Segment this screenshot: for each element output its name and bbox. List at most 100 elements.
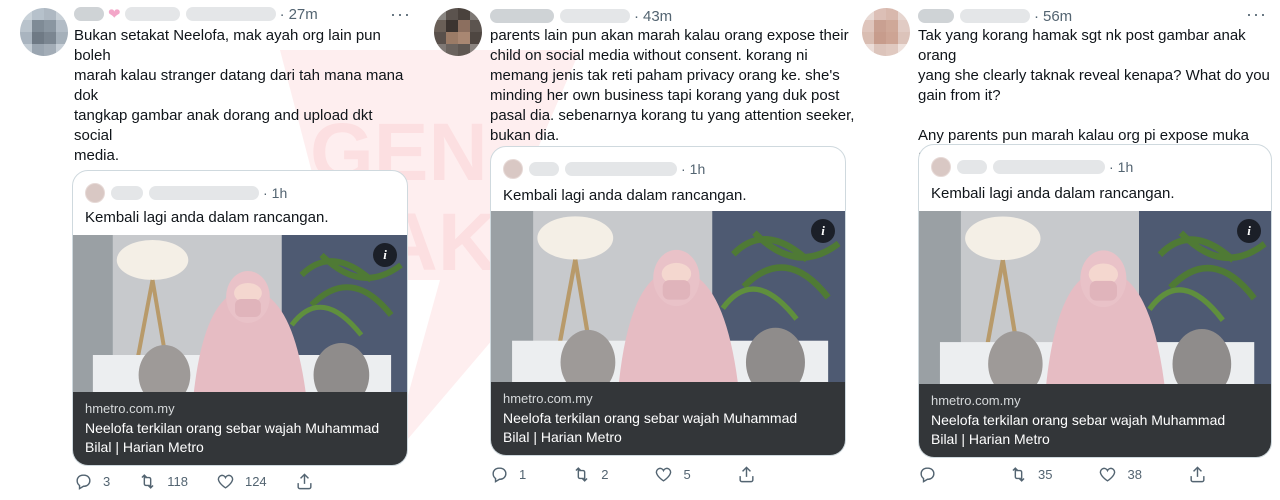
- retweet-button[interactable]: 118: [138, 472, 188, 491]
- tweet-header: · 56m: [918, 6, 1072, 26]
- user-avatar[interactable]: [862, 8, 910, 56]
- quote-handle-blurred: [149, 186, 259, 200]
- tweet-header: ❤ · 27m: [74, 4, 318, 24]
- separator-dot: ·: [263, 185, 268, 201]
- tweet-header: · 43m: [490, 6, 672, 26]
- separator-dot: ·: [681, 161, 686, 177]
- quote-tweet-card[interactable]: · 1h Kembali lagi anda dalam rancangan.: [490, 146, 846, 456]
- user-avatar[interactable]: [434, 8, 482, 56]
- like-button[interactable]: 38: [1098, 465, 1142, 484]
- retweet-icon: [575, 467, 588, 482]
- reply-count: 3: [103, 474, 111, 489]
- tweet[interactable]: · 43m parents lain pun akan marah kalau …: [430, 0, 860, 500]
- reply-button[interactable]: [918, 465, 947, 484]
- quote-time: 1h: [271, 185, 288, 201]
- link-preview-meta[interactable]: hmetro.com.my Neelofa terkilan orang seb…: [491, 382, 845, 455]
- like-count: 38: [1127, 467, 1142, 482]
- quote-tweet-card[interactable]: · 1h Kembali lagi anda dalam rancangan.: [918, 144, 1272, 458]
- retweet-count: 118: [167, 474, 188, 489]
- quote-header: · 1h: [931, 157, 1133, 177]
- quote-text: Kembali lagi anda dalam rancangan.: [503, 187, 747, 204]
- separator-dot: ·: [1034, 7, 1039, 25]
- quote-name-blurred: [529, 162, 559, 176]
- separator-dot: ·: [1109, 159, 1114, 175]
- quote-avatar: [931, 157, 951, 177]
- handle-blurred: [185, 7, 276, 21]
- heart-emoji-icon: ❤: [108, 6, 121, 23]
- link-preview-image[interactable]: [919, 211, 1271, 400]
- heart-icon: [656, 467, 672, 482]
- quote-header: · 1h: [85, 183, 287, 203]
- link-title: Neelofa terkilan orang sebar wajah Muham…: [85, 420, 380, 455]
- user-avatar[interactable]: [20, 8, 68, 56]
- reply-count: 1: [519, 467, 527, 482]
- link-domain: hmetro.com.my: [85, 401, 175, 416]
- tweet[interactable]: ❤ · 27m ··· Bukan setakat Neelofa, mak a…: [0, 0, 420, 500]
- like-button[interactable]: 5: [654, 465, 691, 484]
- like-count: 5: [683, 467, 691, 482]
- handle-blurred[interactable]: [124, 7, 180, 21]
- link-domain: hmetro.com.my: [503, 391, 593, 406]
- separator-dot: ·: [634, 7, 639, 25]
- reply-button[interactable]: 1: [490, 465, 526, 484]
- tweet-actions: 1 2 5: [490, 465, 766, 484]
- photo-woman-in-veil: [919, 211, 1271, 400]
- display-name-blurred[interactable]: [490, 9, 554, 23]
- retweet-button[interactable]: 35: [1009, 465, 1052, 484]
- link-preview-meta[interactable]: hmetro.com.my Neelofa terkilan orang seb…: [73, 392, 407, 465]
- quote-name-blurred: [957, 160, 987, 174]
- handle-blurred[interactable]: [960, 9, 1030, 23]
- display-name-blurred[interactable]: [918, 9, 954, 23]
- tweet-text: parents lain pun akan marah kalau orang …: [490, 27, 855, 144]
- quote-header: · 1h: [503, 159, 705, 179]
- more-horizontal-icon[interactable]: ···: [1246, 4, 1267, 25]
- share-button[interactable]: [295, 472, 324, 491]
- retweet-icon: [1012, 467, 1025, 482]
- tweet-actions: 3 118 124: [74, 472, 324, 491]
- quote-time: 1h: [689, 161, 706, 177]
- quote-handle-blurred: [565, 162, 677, 176]
- info-icon[interactable]: i: [1237, 219, 1261, 243]
- share-icon: [739, 466, 754, 483]
- quote-time: 1h: [1117, 159, 1134, 175]
- info-icon[interactable]: i: [811, 219, 835, 243]
- quote-avatar: [85, 183, 105, 203]
- heart-icon: [1100, 467, 1116, 482]
- reply-icon: [76, 474, 91, 490]
- tweet-time[interactable]: 56m: [1043, 8, 1072, 25]
- link-preview-image[interactable]: [73, 235, 407, 408]
- handle-blurred[interactable]: [560, 9, 630, 23]
- quote-handle-blurred: [993, 160, 1105, 174]
- like-button[interactable]: 124: [216, 472, 267, 491]
- heart-icon: [217, 474, 234, 489]
- share-button[interactable]: [1188, 465, 1217, 484]
- link-preview-image[interactable]: [491, 211, 845, 398]
- quote-text: Kembali lagi anda dalam rancangan.: [85, 209, 329, 226]
- more-horizontal-icon[interactable]: ···: [390, 4, 411, 25]
- info-icon[interactable]: i: [373, 243, 397, 267]
- reply-button[interactable]: 3: [74, 472, 110, 491]
- retweet-button[interactable]: 2: [572, 465, 608, 484]
- quote-name-blurred: [111, 186, 143, 200]
- quote-text: Kembali lagi anda dalam rancangan.: [931, 185, 1175, 202]
- link-title: Neelofa terkilan orang sebar wajah Muham…: [503, 410, 798, 445]
- tweet-time[interactable]: 27m: [289, 6, 318, 23]
- tweet-actions: 35 38: [918, 465, 1217, 484]
- share-button[interactable]: [737, 465, 766, 484]
- tweet-time[interactable]: 43m: [643, 8, 672, 25]
- retweet-count: 35: [1038, 467, 1053, 482]
- link-preview-meta[interactable]: hmetro.com.my Neelofa terkilan orang seb…: [919, 384, 1271, 457]
- link-title: Neelofa terkilan orang sebar wajah Muham…: [931, 412, 1226, 447]
- display-name-blurred[interactable]: [74, 7, 104, 21]
- share-icon: [1190, 466, 1205, 483]
- quote-avatar: [503, 159, 523, 179]
- tweet[interactable]: · 56m ··· Tak yang korang hamak sgt nk p…: [858, 0, 1280, 500]
- photo-woman-in-veil: [73, 235, 407, 408]
- separator-dot: ·: [279, 5, 285, 23]
- photo-woman-in-veil: [491, 211, 845, 398]
- retweet-count: 2: [601, 467, 609, 482]
- like-count: 124: [244, 474, 267, 489]
- link-domain: hmetro.com.my: [931, 393, 1021, 408]
- quote-tweet-card[interactable]: · 1h Kembali lagi anda dalam rancangan.: [72, 170, 408, 466]
- reply-icon: [920, 467, 935, 483]
